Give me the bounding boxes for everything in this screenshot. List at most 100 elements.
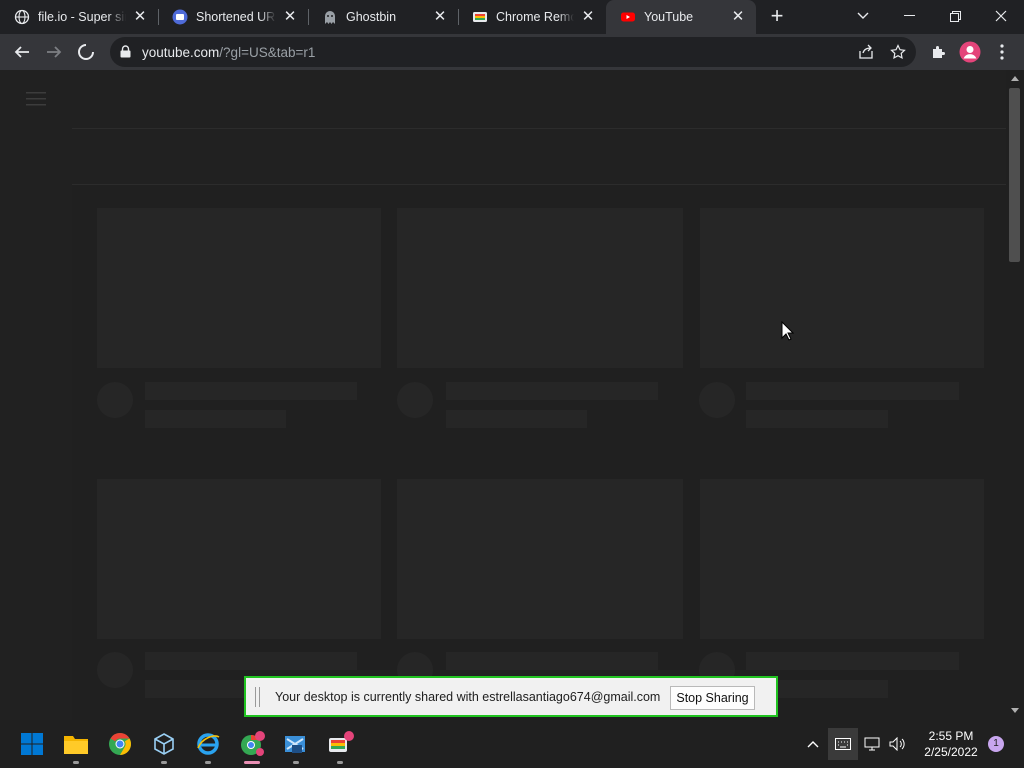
video-thumbnail-placeholder — [700, 479, 984, 639]
video-thumbnail-placeholder — [397, 479, 683, 639]
tab-search-button[interactable] — [840, 0, 886, 32]
channel-avatar-placeholder — [97, 652, 133, 688]
video-thumbnail-placeholder — [700, 208, 984, 368]
edge-taskbar-button[interactable] — [192, 728, 224, 764]
scroll-down-arrow-icon — [1011, 708, 1019, 713]
menu-button[interactable] — [990, 40, 1014, 64]
tab-title: file.io - Super simple file sharing — [38, 10, 126, 24]
youtube-icon — [620, 9, 636, 25]
ghost-icon — [322, 9, 338, 25]
video-thumbnail-placeholder — [97, 479, 381, 639]
remote-desktop-taskbar-button[interactable] — [324, 728, 356, 764]
video-thumbnail-placeholder — [397, 208, 683, 368]
title-placeholder — [446, 652, 658, 670]
meta-placeholder — [446, 410, 587, 428]
youtube-page — [0, 70, 1006, 720]
close-icon[interactable]: ✕ — [580, 9, 596, 25]
title-placeholder — [746, 652, 959, 670]
chrome-taskbar-button[interactable] — [104, 728, 136, 760]
channel-avatar-placeholder — [397, 382, 433, 418]
tab-strip: file.io - Super simple file sharing ✕ Sh… — [0, 0, 1024, 34]
restore-button[interactable] — [932, 0, 978, 32]
chat-icon — [172, 9, 188, 25]
tab-ghostbin[interactable]: Ghostbin ✕ — [308, 0, 458, 34]
arrow-right-icon — [47, 46, 62, 58]
windows-taskbar: 2:55 PM 2/25/2022 1 — [0, 720, 1024, 768]
extensions-button[interactable] — [926, 40, 950, 64]
back-button[interactable] — [10, 40, 34, 64]
share-icon[interactable] — [858, 44, 874, 65]
tools-taskbar-button[interactable] — [280, 728, 312, 764]
tab-title: Chrome Remote Desktop — [496, 10, 574, 24]
cube-icon — [154, 733, 174, 755]
tab-youtube[interactable]: YouTube ✕ — [606, 0, 756, 34]
arrow-left-icon — [14, 46, 29, 58]
profile-avatar[interactable] — [958, 40, 982, 64]
minimize-button[interactable] — [886, 0, 932, 32]
url-text[interactable]: youtube.com/?gl=US&tab=r1 — [142, 45, 315, 60]
chrome-profile-icon — [241, 731, 265, 756]
speaker-icon — [889, 737, 905, 751]
browser-toolbar: youtube.com/?gl=US&tab=r1 — [0, 34, 1024, 70]
title-placeholder — [145, 652, 357, 670]
keyboard-icon — [835, 738, 851, 750]
url-path: /?gl=US&tab=r1 — [219, 45, 316, 60]
tab-title: Shortened URL — [196, 10, 276, 24]
start-button[interactable] — [16, 728, 48, 760]
virtualbox-taskbar-button[interactable] — [148, 728, 180, 764]
close-window-button[interactable] — [978, 0, 1024, 32]
mouse-cursor-icon — [781, 321, 794, 341]
kebab-menu-icon — [1000, 44, 1004, 60]
title-placeholder — [446, 382, 658, 400]
clock-date: 2/25/2022 — [924, 745, 978, 759]
url-host: youtube.com — [142, 45, 220, 60]
hamburger-menu-icon[interactable] — [26, 91, 46, 112]
network-icon — [864, 737, 880, 751]
touch-keyboard-button[interactable] — [828, 728, 858, 760]
close-icon[interactable]: ✕ — [432, 9, 448, 25]
close-icon[interactable]: ✕ — [132, 9, 148, 25]
tab-title: Ghostbin — [346, 10, 397, 24]
spinner-icon — [78, 44, 94, 60]
title-placeholder — [145, 382, 357, 400]
tab-shortened-url[interactable]: Shortened URL ✕ — [158, 0, 308, 34]
meta-placeholder — [145, 410, 286, 428]
masthead — [72, 70, 1006, 129]
title-placeholder — [746, 382, 959, 400]
lock-icon[interactable] — [120, 45, 131, 63]
drag-handle-icon[interactable] — [255, 687, 261, 712]
notification-badge[interactable]: 1 — [988, 736, 1004, 752]
tab-title: YouTube — [644, 10, 694, 24]
scroll-up-arrow-icon — [1011, 76, 1019, 81]
guide-rail — [0, 70, 72, 720]
tools-icon — [285, 736, 305, 753]
folder-icon — [64, 736, 88, 754]
star-icon[interactable] — [890, 44, 906, 65]
tab-file-io[interactable]: file.io - Super simple file sharing ✕ — [0, 0, 158, 34]
chevron-down-icon — [857, 12, 869, 19]
globe-icon — [14, 9, 30, 25]
close-icon[interactable]: ✕ — [730, 9, 746, 25]
video-thumbnail-placeholder — [97, 208, 381, 368]
remote-desktop-icon — [472, 9, 488, 25]
close-icon[interactable]: ✕ — [282, 9, 298, 25]
chrome-profile-taskbar-button[interactable] — [236, 728, 268, 764]
page-scrollbar[interactable] — [1006, 70, 1024, 720]
volume-button[interactable] — [884, 728, 912, 760]
address-bar[interactable]: youtube.com/?gl=US&tab=r1 — [110, 37, 916, 67]
system-clock[interactable]: 2:55 PM 2/25/2022 — [912, 728, 990, 760]
share-message: Your desktop is currently shared with es… — [275, 690, 661, 704]
tab-chrome-remote-desktop[interactable]: Chrome Remote Desktop ✕ — [458, 0, 606, 34]
scrollbar-thumb[interactable] — [1009, 88, 1020, 262]
stop-loading-button[interactable] — [74, 40, 98, 64]
meta-placeholder — [746, 410, 888, 428]
remote-desktop-icon — [329, 731, 354, 752]
forward-button[interactable] — [42, 40, 66, 64]
stop-sharing-button[interactable]: Stop Sharing — [670, 686, 755, 710]
file-explorer-taskbar-button[interactable] — [60, 728, 92, 764]
windows-logo-icon — [21, 733, 43, 755]
show-hidden-icons-button[interactable] — [798, 728, 828, 760]
chrome-icon — [109, 733, 131, 755]
screen-share-bar: Your desktop is currently shared with es… — [244, 676, 778, 717]
new-tab-button[interactable]: + — [764, 5, 790, 29]
